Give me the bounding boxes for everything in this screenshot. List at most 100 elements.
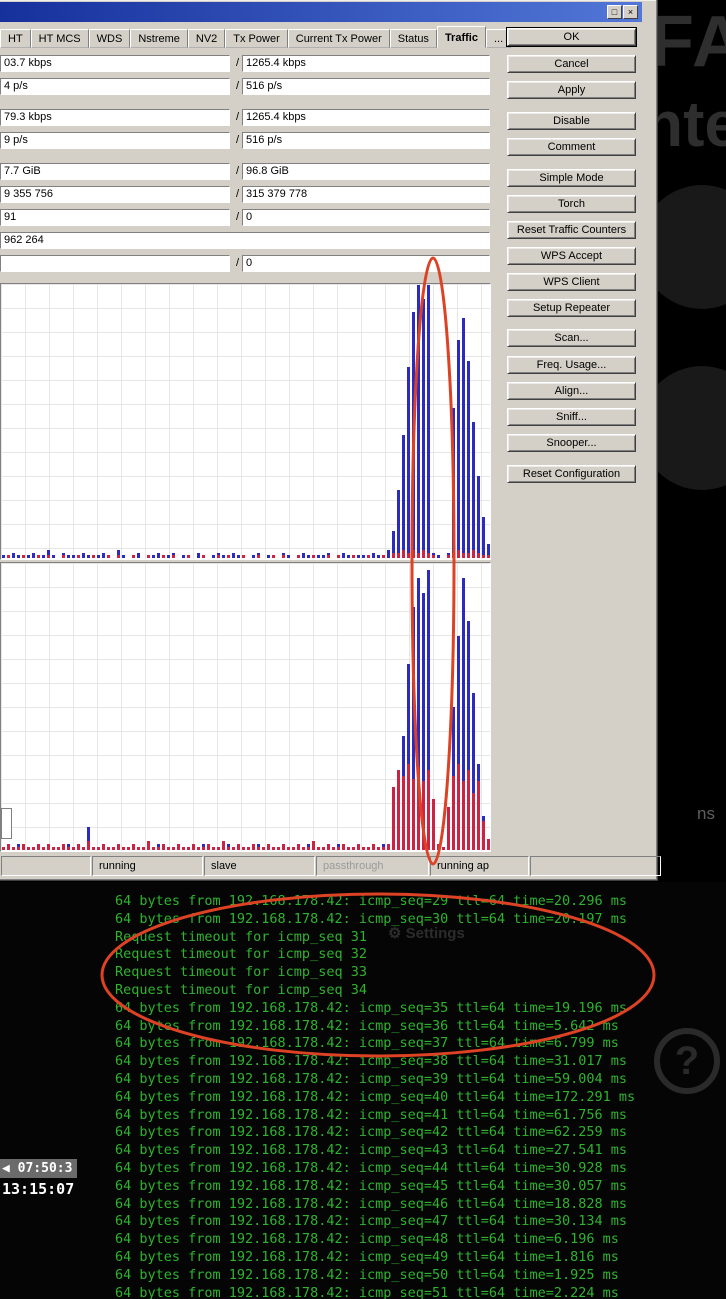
graph-lower — [0, 562, 491, 852]
traffic-bar — [237, 555, 240, 558]
terminal-line: 64 bytes from 192.168.178.42: icmp_seq=4… — [115, 1124, 628, 1141]
sniff-button[interactable]: Sniff... — [507, 408, 636, 426]
traffic-bar — [127, 847, 130, 850]
field-right-5[interactable]: 315 379 778 — [242, 186, 490, 203]
slash-separator-5: / — [235, 188, 240, 200]
traffic-bar — [7, 844, 10, 850]
traffic-bar — [242, 847, 245, 850]
traffic-bar — [42, 847, 45, 850]
snooper-button[interactable]: Snooper... — [507, 434, 636, 452]
torch-button[interactable]: Torch — [507, 195, 636, 213]
status-cell-slave: slave — [204, 856, 315, 876]
tab-traffic[interactable]: Traffic — [436, 26, 486, 48]
field-left-5[interactable]: 9 355 756 — [0, 186, 230, 203]
field-right-1[interactable]: 516 p/s — [242, 78, 490, 95]
tab-current-tx-power[interactable]: Current Tx Power — [287, 29, 390, 48]
tab-ht[interactable]: HT — [0, 29, 31, 48]
terminal-window[interactable]: ⚙ Settings ? 64 bytes from 192.168.178.4… — [0, 882, 726, 1299]
traffic-bar — [17, 847, 20, 850]
traffic-bar — [217, 847, 220, 850]
traffic-bar — [232, 552, 235, 558]
cancel-button[interactable]: Cancel — [507, 55, 636, 73]
field-left-1[interactable]: 4 p/s — [0, 78, 230, 95]
traffic-bar — [142, 847, 145, 850]
terminal-line: 64 bytes from 192.168.178.42: icmp_seq=4… — [115, 1213, 628, 1230]
traffic-bar — [97, 847, 100, 850]
traffic-bar — [362, 847, 365, 850]
field-left-6[interactable]: 91 — [0, 209, 230, 226]
field-right-6[interactable]: 0 — [242, 209, 490, 226]
tab-wds[interactable]: WDS — [88, 29, 131, 48]
traffic-bar — [92, 847, 95, 850]
traffic-bar — [62, 555, 65, 558]
status-cell-passthrough: passthrough — [316, 856, 429, 876]
tab-nv2[interactable]: NV2 — [187, 29, 226, 48]
terminal-line: 64 bytes from 192.168.178.42: icmp_seq=4… — [115, 1088, 636, 1105]
status-cell-running: running — [92, 856, 203, 876]
simple-mode-button[interactable]: Simple Mode — [507, 169, 636, 187]
traffic-bar — [302, 552, 305, 558]
freq-usage-button[interactable]: Freq. Usage... — [507, 356, 636, 374]
traffic-bar — [447, 807, 450, 850]
traffic-bar — [197, 847, 200, 850]
field-left-3[interactable]: 9 p/s — [0, 132, 230, 149]
wps-client-button[interactable]: WPS Client — [507, 273, 636, 291]
ok-button[interactable]: OK — [507, 28, 636, 46]
field-left-8[interactable] — [0, 255, 230, 272]
traffic-bar — [477, 781, 480, 850]
field-left-7[interactable]: 962 264 — [0, 232, 490, 249]
tab-nstreme[interactable]: Nstreme — [130, 29, 188, 48]
terminal-line: 64 bytes from 192.168.178.42: icmp_seq=3… — [115, 1070, 628, 1087]
traffic-bar — [187, 555, 190, 558]
question-mark: ? — [674, 1038, 700, 1083]
help-icon: ? — [654, 1028, 720, 1094]
traffic-bar — [27, 847, 30, 850]
field-right-8[interactable]: 0 — [242, 255, 490, 272]
traffic-bar — [287, 555, 290, 558]
status-cell-empty-5 — [530, 856, 661, 876]
traffic-bar — [282, 844, 285, 850]
slash-separator-0: / — [235, 57, 240, 69]
field-left-0[interactable]: 03.7 kbps — [0, 55, 230, 72]
traffic-bar — [297, 555, 300, 558]
field-right-2[interactable]: 1265.4 kbps — [242, 109, 490, 126]
traffic-bar — [17, 555, 20, 558]
traffic-bar — [387, 844, 390, 850]
field-right-4[interactable]: 96.8 GiB — [242, 163, 490, 180]
traffic-bar — [287, 847, 290, 850]
traffic-bar — [307, 555, 310, 558]
reset-configuration-button[interactable]: Reset Configuration — [507, 465, 636, 483]
wireless-window[interactable]: □ × HT HT MCS WDS Nstreme NV2 Tx Power Current… — [0, 0, 661, 881]
field-left-4[interactable]: 7.7 GiB — [0, 163, 230, 180]
disable-button[interactable]: Disable — [507, 112, 636, 130]
traffic-bar — [337, 555, 340, 558]
field-right-0[interactable]: 1265.4 kbps — [242, 55, 490, 72]
apply-button[interactable]: Apply — [507, 81, 636, 99]
traffic-bar — [207, 844, 210, 850]
align-button[interactable]: Align... — [507, 382, 636, 400]
traffic-bar — [272, 847, 275, 850]
wps-accept-button[interactable]: WPS Accept — [507, 247, 636, 265]
field-right-3[interactable]: 516 p/s — [242, 132, 490, 149]
field-left-2[interactable]: 79.3 kbps — [0, 109, 230, 126]
tab-ht-mcs[interactable]: HT MCS — [30, 29, 89, 48]
traffic-bar — [407, 764, 410, 850]
traffic-bar — [72, 555, 75, 558]
setup-repeater-button[interactable]: Setup Repeater — [507, 299, 636, 317]
traffic-bar — [167, 847, 170, 850]
tab-tx-power[interactable]: Tx Power — [225, 29, 288, 48]
reset-traffic-counters-button[interactable]: Reset Traffic Counters — [507, 221, 636, 239]
traffic-bar — [202, 555, 205, 558]
traffic-bar — [392, 552, 395, 558]
traffic-bar — [422, 781, 425, 850]
traffic-bar — [412, 778, 415, 850]
traffic-bar — [222, 555, 225, 558]
traffic-bar — [467, 361, 470, 558]
traffic-bar — [22, 844, 25, 850]
traffic-bar — [112, 847, 115, 850]
terminal-line: 64 bytes from 192.168.178.42: icmp_seq=4… — [115, 1177, 628, 1194]
tab-status[interactable]: Status — [389, 29, 437, 48]
comment-button[interactable]: Comment — [507, 138, 636, 156]
traffic-bar — [272, 555, 275, 558]
scan-button[interactable]: Scan... — [507, 329, 636, 347]
